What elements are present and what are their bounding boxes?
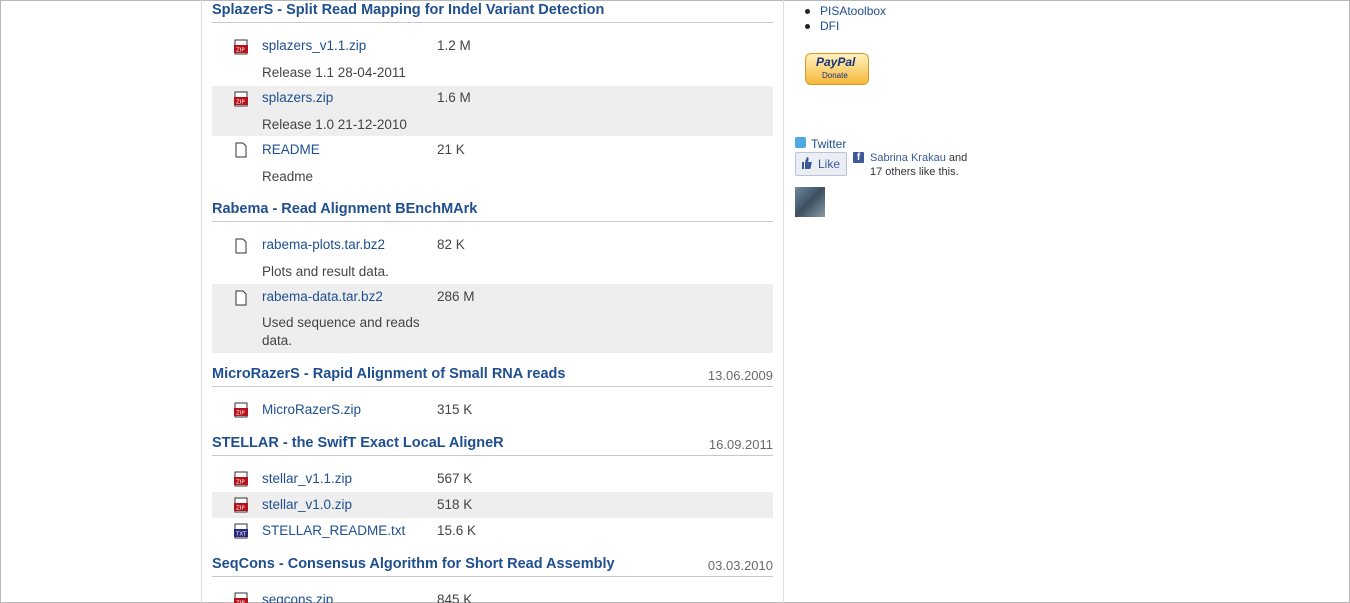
file-description: Release 1.1 28-04-2011 xyxy=(262,65,406,80)
file-link[interactable]: splazers.zip xyxy=(262,90,333,105)
file-link[interactable]: STELLAR_README.txt xyxy=(262,523,405,538)
sidebar: PISAtoolbox DFI PayPal Donate Twitter Li… xyxy=(795,0,1095,603)
bullet-icon xyxy=(805,9,810,14)
facebook-like-button[interactable]: Like xyxy=(795,152,847,176)
file-row: ZIP seqcons.zip 845 K xyxy=(212,587,773,603)
file-size: 21 K xyxy=(437,142,465,157)
svg-text:ZIP: ZIP xyxy=(236,480,245,486)
twitter-label[interactable]: Twitter xyxy=(811,137,846,151)
file-icon xyxy=(235,142,247,158)
file-link[interactable]: rabema-plots.tar.bz2 xyxy=(262,237,385,252)
file-size: 82 K xyxy=(437,237,465,252)
file-size: 1.2 M xyxy=(437,38,471,53)
section-header: SeqCons - Consensus Algorithm for Short … xyxy=(212,554,773,577)
file-description: Used sequence and reads data. xyxy=(262,315,420,348)
twitter-icon xyxy=(795,137,806,148)
paypal-donate-button[interactable]: PayPal Donate xyxy=(805,53,869,85)
txt-file-icon: TXT xyxy=(234,523,248,539)
zip-file-icon: ZIP xyxy=(234,402,248,418)
zip-file-icon: ZIP xyxy=(234,471,248,487)
file-row: rabema-data.tar.bz2 286 M Used sequence … xyxy=(212,284,773,353)
thumbs-up-icon xyxy=(802,157,812,169)
like-summary: Sabrina Krakau and 17 others like this. xyxy=(870,151,1010,179)
sidebar-column-border xyxy=(783,0,784,603)
section-date: 16.09.2011 xyxy=(708,437,773,452)
section-title[interactable]: Rabema - Read Alignment BEnchMArk xyxy=(212,201,477,217)
avatar[interactable] xyxy=(795,187,825,217)
sidebar-link[interactable]: DFI xyxy=(805,19,886,34)
zip-file-icon: ZIP xyxy=(234,592,248,603)
section-header: Rabema - Read Alignment BEnchMArk xyxy=(212,199,773,222)
liker-name[interactable]: Sabrina Krakau xyxy=(870,152,946,164)
file-link[interactable]: README xyxy=(262,142,320,157)
file-icon xyxy=(235,238,247,254)
section-title[interactable]: MicroRazerS - Rapid Alignment of Small R… xyxy=(212,366,565,382)
zip-file-icon: ZIP xyxy=(234,91,248,107)
file-link[interactable]: stellar_v1.0.zip xyxy=(262,497,352,512)
file-description: Readme xyxy=(262,169,314,184)
section-date: 13.06.2009 xyxy=(707,368,773,383)
file-row: ZIP splazers_v1.1.zip 1.2 M Release 1.1 … xyxy=(212,34,773,86)
sidebar-links: PISAtoolbox DFI xyxy=(805,4,886,34)
file-row: ZIP MicroRazerS.zip 315 K xyxy=(212,397,773,423)
sidebar-link[interactable]: PISAtoolbox xyxy=(805,4,886,19)
svg-text:ZIP: ZIP xyxy=(236,48,245,54)
file-row: rabema-plots.tar.bz2 82 K Plots and resu… xyxy=(212,232,773,284)
svg-text:ZIP: ZIP xyxy=(236,100,245,106)
file-size: 1.6 M xyxy=(437,90,471,105)
section-header: MicroRazerS - Rapid Alignment of Small R… xyxy=(212,364,773,387)
like-label: Like xyxy=(818,157,841,171)
zip-file-icon: ZIP xyxy=(234,39,248,55)
file-size: 286 M xyxy=(437,289,475,304)
paypal-logo: PayPal xyxy=(816,55,856,69)
file-row: TXT STELLAR_README.txt 15.6 K xyxy=(212,518,773,544)
section-date: 03.03.2010 xyxy=(707,558,773,573)
file-row: ZIP stellar_v1.0.zip 518 K xyxy=(212,492,773,518)
svg-text:TXT: TXT xyxy=(235,532,247,538)
file-row: ZIP stellar_v1.1.zip 567 K xyxy=(212,466,773,492)
file-icon xyxy=(235,290,247,306)
sidebar-link-label[interactable]: DFI xyxy=(820,19,839,33)
like-summary-text: and xyxy=(945,152,968,164)
zip-file-icon: ZIP xyxy=(234,497,248,513)
svg-text:ZIP: ZIP xyxy=(236,506,245,512)
section-title[interactable]: SeqCons - Consensus Algorithm for Short … xyxy=(212,556,615,572)
file-size: 567 K xyxy=(437,471,473,486)
donate-label: Donate xyxy=(822,71,848,80)
file-link[interactable]: seqcons.zip xyxy=(262,592,333,603)
content-column-border xyxy=(201,0,202,603)
facebook-icon: f xyxy=(853,152,864,163)
file-size: 518 K xyxy=(437,497,473,512)
file-row: ZIP splazers.zip 1.6 M Release 1.0 21-12… xyxy=(212,86,773,136)
like-count-text: 17 others like this. xyxy=(870,166,959,178)
file-size: 845 K xyxy=(437,592,473,603)
file-link[interactable]: rabema-data.tar.bz2 xyxy=(262,289,383,304)
window-frame-left xyxy=(0,0,1,603)
file-row: README 21 K Readme xyxy=(212,136,773,188)
file-size: 15.6 K xyxy=(437,523,477,538)
file-link[interactable]: splazers_v1.1.zip xyxy=(262,38,366,53)
bullet-icon xyxy=(805,24,810,29)
file-link[interactable]: stellar_v1.1.zip xyxy=(262,471,352,486)
section-header: SplazerS - Split Read Mapping for Indel … xyxy=(212,0,773,23)
section-title[interactable]: STELLAR - the SwifT Exact LocaL AligneR xyxy=(212,435,504,451)
section-title[interactable]: SplazerS - Split Read Mapping for Indel … xyxy=(212,2,604,18)
file-description: Plots and result data. xyxy=(262,264,389,279)
file-description: Release 1.0 21-12-2010 xyxy=(262,117,407,132)
file-link[interactable]: MicroRazerS.zip xyxy=(262,402,361,417)
downloads-list: SplazerS - Split Read Mapping for Indel … xyxy=(212,0,773,603)
sidebar-link-label[interactable]: PISAtoolbox xyxy=(820,4,886,18)
file-size: 315 K xyxy=(437,402,473,417)
svg-text:ZIP: ZIP xyxy=(236,411,245,417)
section-header: STELLAR - the SwifT Exact LocaL AligneR … xyxy=(212,433,773,456)
